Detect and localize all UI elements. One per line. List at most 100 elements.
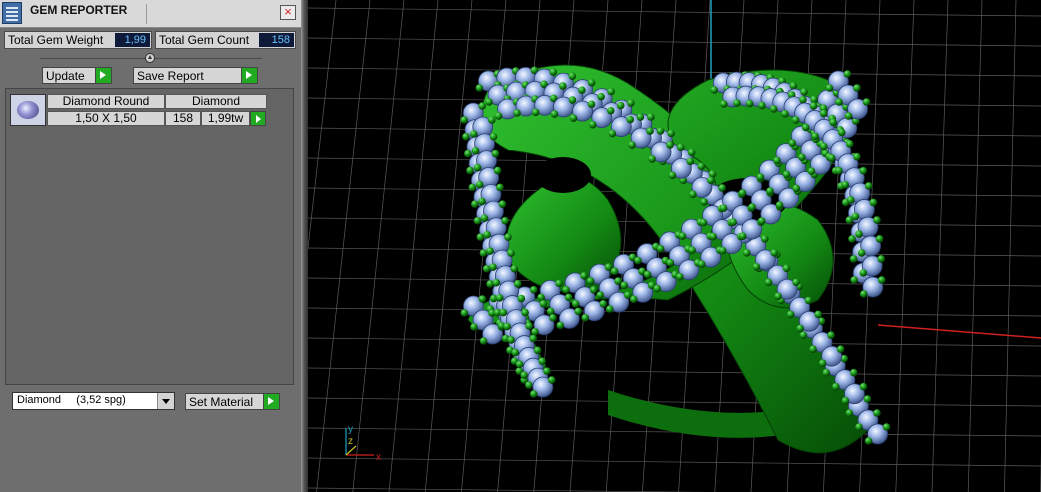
prong — [733, 99, 741, 107]
grid-line — [308, 67, 1041, 77]
prong — [589, 285, 598, 294]
prong — [462, 132, 470, 141]
prong — [501, 216, 509, 225]
prong — [766, 187, 774, 195]
axis-gizmo: x y z — [345, 424, 381, 463]
prong — [538, 357, 546, 366]
close-icon[interactable]: × — [280, 5, 296, 20]
prong — [587, 100, 596, 108]
prong — [825, 84, 834, 92]
save-report-button[interactable]: Save Report — [133, 67, 258, 84]
set-material-button[interactable]: Set Material — [185, 393, 280, 410]
prong — [515, 360, 524, 369]
prong — [791, 116, 800, 124]
prong — [678, 232, 687, 240]
panel-splitter[interactable] — [301, 0, 308, 492]
set-material-button-label: Set Material — [189, 395, 254, 409]
total-gem-count-value: 158 — [259, 33, 294, 47]
prong — [688, 246, 696, 254]
prong — [799, 331, 808, 339]
prong — [473, 163, 482, 172]
prong — [643, 270, 652, 279]
prong — [564, 293, 573, 302]
grid-line — [308, 7, 1041, 17]
prong — [752, 263, 761, 271]
prong — [471, 200, 479, 208]
prong — [666, 141, 674, 149]
gem-material-cell: Diamond — [165, 94, 267, 109]
title-bar: GEM REPORTER × — [0, 0, 301, 28]
grid-line — [967, 0, 983, 492]
prong — [844, 112, 853, 120]
prong — [562, 285, 570, 294]
3d-viewport[interactable]: x y z — [308, 0, 1041, 492]
total-gem-count-box: Total Gem Count 158 — [155, 31, 296, 49]
prong — [510, 264, 519, 273]
prong — [846, 196, 855, 204]
prong — [605, 305, 614, 313]
gem-shape-cell: Diamond Round — [47, 94, 165, 109]
grid-line — [1004, 0, 1017, 492]
play-arrow-icon[interactable] — [250, 111, 266, 126]
gem-thumbnail-icon[interactable] — [10, 94, 46, 126]
prong — [491, 149, 500, 158]
prong — [489, 263, 497, 271]
prong — [845, 140, 854, 148]
prong — [764, 278, 773, 287]
x-axis-line — [877, 324, 1041, 339]
prong — [843, 70, 852, 78]
total-gem-count-label: Total Gem Count — [159, 33, 250, 47]
prong — [608, 129, 617, 138]
prong — [471, 146, 480, 155]
prong — [699, 218, 708, 227]
prong — [503, 322, 511, 331]
prong — [708, 170, 717, 178]
update-button[interactable]: Update — [42, 67, 112, 84]
prong — [864, 182, 873, 190]
panel-title: GEM REPORTER — [30, 3, 128, 17]
prong — [525, 381, 533, 389]
prong — [804, 296, 813, 305]
play-arrow-icon — [95, 68, 111, 83]
prong — [709, 232, 717, 241]
prong — [530, 390, 538, 398]
prong — [822, 368, 831, 377]
prong — [719, 204, 728, 212]
prong — [466, 166, 474, 175]
prong — [838, 128, 846, 137]
prong — [729, 218, 737, 226]
prong — [476, 233, 485, 241]
prong — [827, 331, 835, 339]
prong — [616, 101, 625, 110]
prong — [710, 86, 718, 94]
grid-line — [931, 0, 949, 492]
prong — [835, 166, 843, 175]
play-arrow-icon — [263, 394, 279, 409]
dropdown-arrow-icon[interactable] — [157, 393, 174, 409]
prong — [720, 100, 728, 108]
material-select[interactable]: Diamond (3,52 spg) — [12, 392, 175, 410]
gizmo-y-label: y — [348, 424, 353, 435]
prong — [473, 216, 482, 225]
prong — [580, 271, 588, 280]
prong — [499, 308, 508, 317]
prong — [773, 156, 781, 165]
prong — [800, 88, 808, 96]
prong — [511, 348, 520, 357]
prong — [531, 328, 539, 336]
prong — [757, 217, 766, 225]
ring-model[interactable] — [460, 64, 891, 454]
prong — [873, 216, 881, 224]
prong — [521, 308, 529, 317]
prong — [860, 290, 868, 298]
slider-handle[interactable] — [145, 53, 155, 63]
prong — [479, 337, 488, 345]
prong — [855, 230, 863, 238]
prong — [873, 409, 881, 417]
prong — [489, 132, 498, 141]
total-gem-weight-value: 1,99 — [115, 33, 150, 47]
grid-line — [424, 0, 473, 492]
prong — [488, 116, 496, 124]
prong — [689, 190, 697, 199]
prong — [796, 324, 805, 333]
